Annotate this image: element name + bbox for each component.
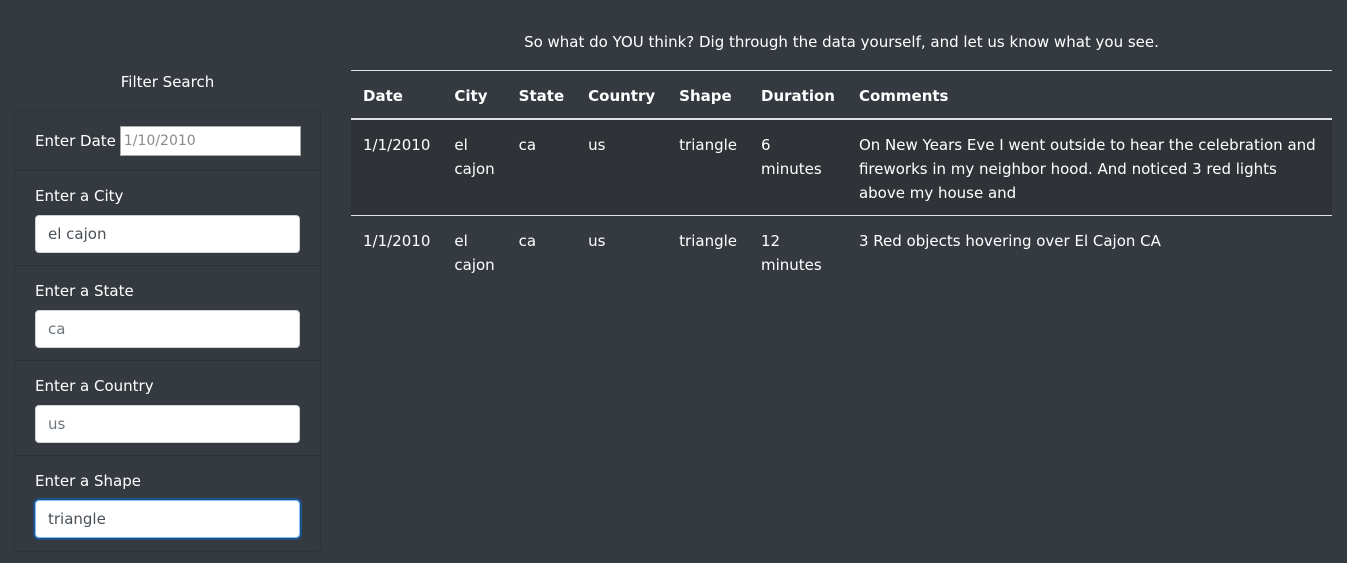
- filter-item-country: Enter a Country: [15, 361, 320, 456]
- table-row: 1/1/2010 el cajon ca us triangle 12 minu…: [351, 216, 1332, 288]
- cell-country: us: [588, 232, 606, 250]
- cell-city: el cajon: [454, 232, 495, 274]
- filter-item-shape: Enter a Shape: [15, 456, 320, 551]
- cell-country: us: [576, 119, 668, 216]
- cell-state: ca: [506, 119, 577, 216]
- city-label: Enter a City: [35, 187, 124, 205]
- filter-item-state: Enter a State: [15, 266, 320, 361]
- header-row: Date City State Country Shape Duration C…: [351, 70, 1332, 120]
- date-label: Enter Date: [35, 131, 116, 150]
- main-content: So what do YOU think? Dig through the da…: [351, 0, 1332, 287]
- header-date: Date: [351, 70, 443, 120]
- shape-label: Enter a Shape: [35, 472, 141, 490]
- cell-duration: 6 minutes: [749, 119, 847, 216]
- cell-comments: 3 Red objects hovering over El Cajon CA: [858, 232, 1161, 250]
- cell-shape: triangle: [667, 119, 749, 216]
- ufo-table: Date City State Country Shape Duration C…: [351, 70, 1332, 287]
- cell-duration: 12 minutes: [761, 232, 822, 274]
- cell-shape: triangle: [679, 232, 737, 250]
- filter-sidebar: Filter Search Enter Date Enter a City En…: [14, 62, 321, 552]
- page: Filter Search Enter Date Enter a City En…: [0, 0, 1347, 563]
- filter-item-date: Enter Date: [15, 111, 320, 171]
- header-comments: Comments: [846, 70, 1332, 120]
- header-state: State: [506, 70, 577, 120]
- filter-list: Enter Date Enter a City Enter a State En…: [14, 110, 321, 552]
- cell-date: 1/1/2010: [363, 232, 431, 250]
- table-body: 1/1/2010 el cajon ca us triangle 6 minut…: [351, 119, 1332, 287]
- state-input[interactable]: [35, 310, 300, 348]
- state-label: Enter a State: [35, 282, 134, 300]
- country-input[interactable]: [35, 405, 300, 443]
- date-input[interactable]: [119, 125, 301, 156]
- cell-state: ca: [518, 232, 537, 250]
- header-country: Country: [576, 70, 668, 120]
- header-shape: Shape: [667, 70, 749, 120]
- cell-comments: On New Years Eve I went outside to hear …: [846, 119, 1332, 216]
- cell-city: el cajon: [442, 119, 507, 216]
- tagline: So what do YOU think? Dig through the da…: [524, 33, 1159, 51]
- cell-date: 1/1/2010: [351, 119, 443, 216]
- filter-item-city: Enter a City: [15, 171, 320, 266]
- table-row: 1/1/2010 el cajon ca us triangle 6 minut…: [351, 119, 1332, 216]
- filter-title: Filter Search: [120, 73, 215, 91]
- table-header: Date City State Country Shape Duration C…: [351, 70, 1332, 120]
- header-city: City: [442, 70, 507, 120]
- country-label: Enter a Country: [35, 377, 154, 395]
- shape-input[interactable]: [35, 500, 300, 538]
- city-input[interactable]: [35, 215, 300, 253]
- header-duration: Duration: [749, 70, 847, 120]
